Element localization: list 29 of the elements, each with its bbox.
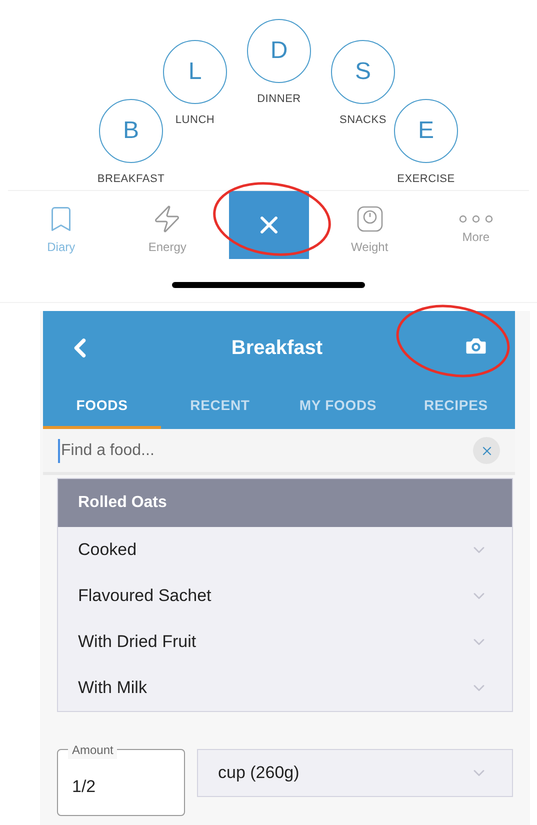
- meal-label: EXERCISE: [397, 172, 455, 187]
- food-option[interactable]: Cooked: [58, 527, 512, 573]
- tab[interactable]: RECIPES: [397, 385, 515, 429]
- meal-button[interactable]: B: [99, 99, 163, 163]
- meal-label: DINNER: [257, 92, 301, 107]
- tab[interactable]: RECENT: [161, 385, 279, 429]
- close-button[interactable]: [228, 191, 308, 259]
- food-option[interactable]: With Milk: [58, 665, 512, 711]
- nav-tab[interactable]: More: [422, 191, 529, 265]
- meal-button[interactable]: D: [247, 19, 311, 83]
- meal-button[interactable]: S: [331, 40, 395, 104]
- screen-title: Breakfast: [230, 336, 324, 361]
- meal-button[interactable]: E: [394, 99, 458, 163]
- food-option[interactable]: Flavoured Sachet: [58, 573, 512, 619]
- clear-button[interactable]: [473, 437, 500, 464]
- unit-dropdown[interactable]: cup (260g): [197, 749, 513, 797]
- nav-tab[interactable]: Diary: [8, 191, 114, 265]
- scale-icon: [354, 204, 385, 234]
- more-icon: [458, 214, 494, 224]
- food-group-header: Rolled Oats: [58, 479, 512, 527]
- nav-tab[interactable]: Energy: [114, 191, 220, 265]
- meal-label: LUNCH: [175, 113, 215, 128]
- search-field[interactable]: Find a food...: [58, 438, 473, 462]
- food-option[interactable]: With Dried Fruit: [58, 619, 512, 665]
- tab[interactable]: MY FOODS: [279, 385, 397, 429]
- meal-button[interactable]: L: [163, 40, 227, 104]
- nav-tab[interactable]: Weight: [316, 191, 423, 265]
- meal-label: BREAKFAST: [97, 172, 165, 187]
- meal-label: SNACKS: [340, 113, 386, 128]
